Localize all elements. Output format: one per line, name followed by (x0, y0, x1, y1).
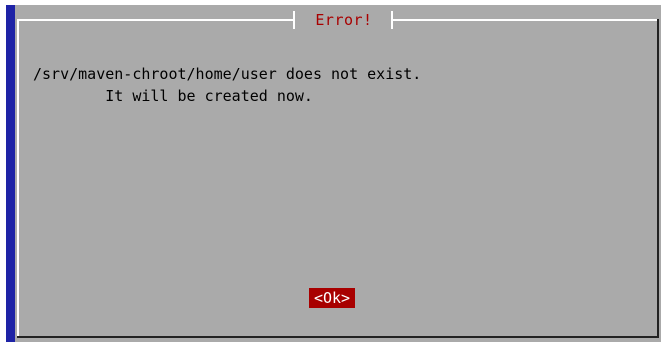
title-separator-right (391, 11, 393, 29)
dialog-frame-bottom (17, 336, 659, 338)
dialog-message-line-2: It will be created now. (33, 87, 313, 105)
dialog-frame-left (17, 19, 19, 338)
terminal-screen: Error! /srv/maven-chroot/home/user does … (0, 0, 661, 345)
error-dialog: Error! /srv/maven-chroot/home/user does … (15, 5, 661, 342)
dialog-message-line-1: /srv/maven-chroot/home/user does not exi… (33, 65, 422, 83)
title-separator-left (293, 11, 295, 29)
dialog-message: /srv/maven-chroot/home/user does not exi… (33, 63, 421, 107)
ok-button[interactable]: <Ok> (309, 288, 355, 308)
dialog-frame-right (657, 19, 659, 338)
desktop-background-strip (6, 5, 15, 342)
dialog-title: Error! (315, 11, 373, 29)
dialog-frame-top-right (393, 19, 659, 21)
dialog-frame-top-left (17, 19, 295, 21)
